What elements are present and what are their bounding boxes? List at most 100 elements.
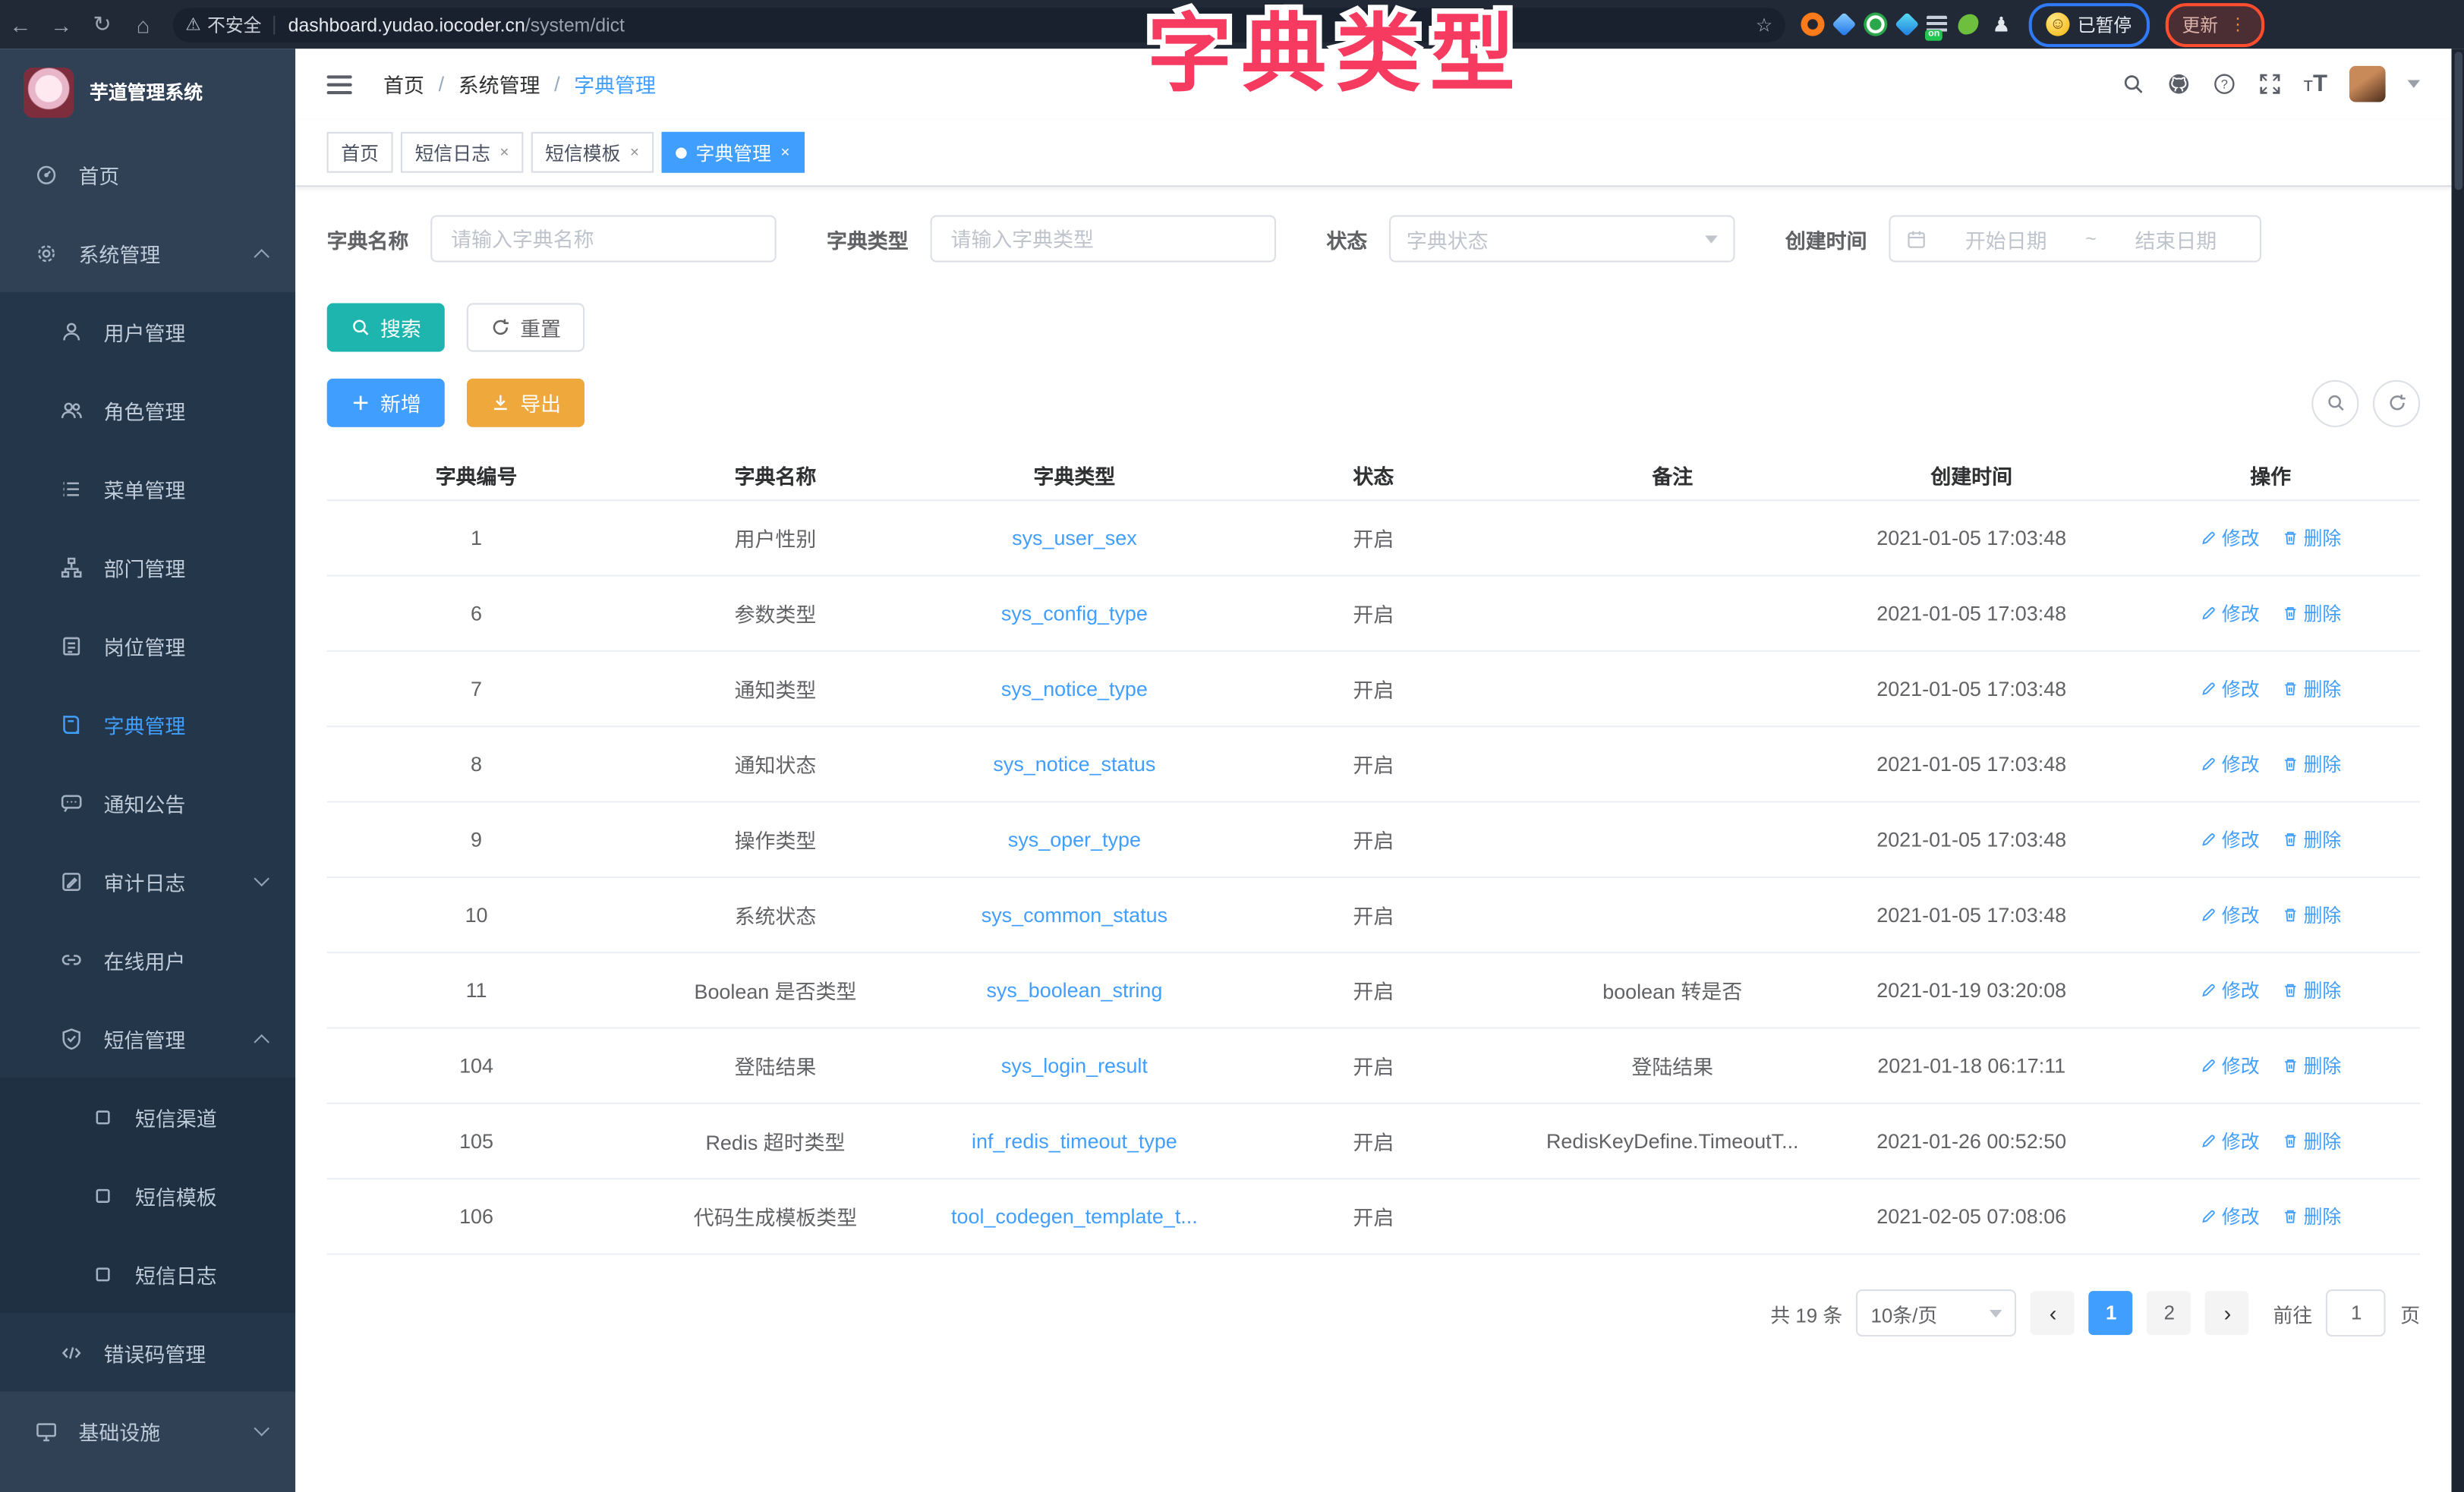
sidebar-item-audit-log[interactable]: 审计日志 bbox=[0, 842, 295, 920]
bookmark-star-icon[interactable]: ☆ bbox=[1756, 14, 1772, 36]
edit-button[interactable]: 修改 bbox=[2200, 751, 2260, 777]
search-button[interactable]: 搜索 bbox=[327, 303, 445, 351]
ext-list-icon[interactable]: on bbox=[1927, 16, 1947, 33]
sidebar-item-roles[interactable]: 角色管理 bbox=[0, 370, 295, 449]
edit-button[interactable]: 修改 bbox=[2200, 826, 2260, 853]
sidebar-item-posts[interactable]: 岗位管理 bbox=[0, 606, 295, 685]
export-button[interactable]: 导出 bbox=[467, 379, 584, 427]
delete-button[interactable]: 删除 bbox=[2282, 675, 2342, 702]
ext-gem-icon[interactable] bbox=[1832, 12, 1856, 36]
breadcrumb-system[interactable]: 系统管理 bbox=[458, 69, 540, 99]
dict-type-link[interactable]: sys_config_type bbox=[1001, 602, 1148, 625]
delete-button[interactable]: 删除 bbox=[2282, 751, 2342, 777]
page-1-button[interactable]: 1 bbox=[2089, 1291, 2133, 1335]
sidebar-item-dict[interactable]: 字典管理 bbox=[0, 685, 295, 763]
edit-button[interactable]: 修改 bbox=[2200, 524, 2260, 551]
table-refresh-button[interactable] bbox=[2373, 379, 2420, 427]
next-page-button[interactable]: › bbox=[2205, 1291, 2249, 1335]
edit-button[interactable]: 修改 bbox=[2200, 1053, 2260, 1079]
edit-button[interactable]: 修改 bbox=[2200, 902, 2260, 928]
dict-type-input[interactable] bbox=[931, 216, 1276, 263]
breadcrumb-home[interactable]: 首页 bbox=[383, 69, 424, 99]
prev-page-button[interactable]: ‹ bbox=[2031, 1291, 2075, 1335]
dict-type-link[interactable]: sys_boolean_string bbox=[986, 978, 1162, 1002]
edit-button[interactable]: 修改 bbox=[2200, 600, 2260, 627]
edit-button[interactable]: 修改 bbox=[2200, 977, 2260, 1003]
tab-home[interactable]: 首页 bbox=[327, 132, 393, 173]
address-bar[interactable]: ⚠ 不安全 dashboard.yudao.iocoder.cn/system/… bbox=[173, 7, 1785, 42]
tab-dict[interactable]: 字典管理× bbox=[661, 132, 804, 173]
add-button[interactable]: 新增 bbox=[327, 379, 445, 427]
dict-type-link[interactable]: sys_login_result bbox=[1001, 1054, 1148, 1078]
status-select[interactable]: 字典状态 bbox=[1389, 216, 1735, 263]
sidebar-item-system[interactable]: 系统管理 bbox=[0, 213, 295, 291]
sidebar-item-sms-channel[interactable]: 短信渠道 bbox=[0, 1078, 295, 1156]
sidebar-item-sms-template[interactable]: 短信模板 bbox=[0, 1156, 295, 1234]
user-avatar[interactable] bbox=[2349, 66, 2386, 102]
edit-button[interactable]: 修改 bbox=[2200, 1203, 2260, 1229]
ext-person-icon[interactable]: ♟ bbox=[1990, 13, 2013, 36]
dict-type-link[interactable]: inf_redis_timeout_type bbox=[972, 1129, 1177, 1153]
date-range-picker[interactable]: 开始日期 ~ 结束日期 bbox=[1889, 216, 2262, 263]
sidebar-item-error-code[interactable]: 错误码管理 bbox=[0, 1313, 295, 1391]
sidebar-item-sms-log[interactable]: 短信日志 bbox=[0, 1235, 295, 1313]
dict-type-link[interactable]: sys_oper_type bbox=[1008, 828, 1141, 851]
delete-button[interactable]: 删除 bbox=[2282, 1128, 2342, 1154]
ext-green-icon[interactable] bbox=[1864, 13, 1887, 36]
caret-down-icon[interactable] bbox=[2408, 80, 2421, 88]
forward-icon[interactable]: → bbox=[41, 12, 82, 37]
tab-sms-log[interactable]: 短信日志× bbox=[401, 132, 523, 173]
hamburger-icon[interactable] bbox=[327, 74, 352, 93]
help-icon[interactable]: ? bbox=[2213, 72, 2236, 96]
delete-button[interactable]: 删除 bbox=[2282, 524, 2342, 551]
app-logo[interactable]: 芋道管理系统 bbox=[0, 49, 295, 135]
reload-icon[interactable]: ↻ bbox=[82, 11, 123, 37]
scrollbar-thumb[interactable] bbox=[2454, 52, 2462, 190]
delete-button[interactable]: 删除 bbox=[2282, 1053, 2342, 1079]
github-icon[interactable] bbox=[2167, 72, 2191, 96]
sidebar-item-sms[interactable]: 短信管理 bbox=[0, 999, 295, 1077]
dict-type-link[interactable]: sys_notice_type bbox=[1001, 677, 1148, 700]
delete-button[interactable]: 删除 bbox=[2282, 977, 2342, 1003]
dict-type-link[interactable]: sys_common_status bbox=[982, 903, 1167, 927]
fullscreen-icon[interactable] bbox=[2258, 72, 2282, 96]
dict-type-link[interactable]: sys_notice_status bbox=[993, 752, 1155, 776]
goto-page-input[interactable]: 1 bbox=[2327, 1289, 2387, 1336]
dict-type-link[interactable]: sys_user_sex bbox=[1012, 526, 1137, 549]
browser-update-button[interactable]: 更新 ⋮ bbox=[2165, 2, 2264, 46]
sidebar-item-home[interactable]: 首页 bbox=[0, 135, 295, 213]
browser-scrollbar[interactable] bbox=[2452, 49, 2464, 1492]
tab-sms-template[interactable]: 短信模板× bbox=[531, 132, 653, 173]
reset-button[interactable]: 重置 bbox=[467, 303, 584, 351]
table-search-button[interactable] bbox=[2311, 379, 2358, 427]
browser-profile-chip[interactable]: ☺ 已暂停 bbox=[2029, 2, 2149, 46]
delete-button[interactable]: 删除 bbox=[2282, 826, 2342, 853]
edit-button[interactable]: 修改 bbox=[2200, 675, 2260, 702]
close-icon[interactable]: × bbox=[630, 143, 639, 161]
back-icon[interactable]: ← bbox=[0, 12, 41, 37]
delete-button[interactable]: 删除 bbox=[2282, 1203, 2342, 1229]
close-icon[interactable]: × bbox=[499, 143, 509, 161]
menu-dots-icon[interactable]: ⋮ bbox=[2229, 14, 2247, 35]
page-size-select[interactable]: 10条/页 bbox=[1857, 1289, 2017, 1336]
ext-orange-icon[interactable] bbox=[1801, 13, 1824, 36]
page-2-button[interactable]: 2 bbox=[2147, 1291, 2191, 1335]
ext-diamond-icon[interactable] bbox=[1895, 12, 1919, 36]
search-icon[interactable] bbox=[2121, 72, 2144, 96]
font-size-icon[interactable]: ᴛT bbox=[2304, 71, 2327, 97]
svg-text:?: ? bbox=[2220, 78, 2227, 92]
dict-name-input[interactable] bbox=[430, 216, 776, 263]
close-icon[interactable]: × bbox=[780, 143, 789, 161]
sidebar-item-online-users[interactable]: 在线用户 bbox=[0, 921, 295, 999]
sidebar-item-departments[interactable]: 部门管理 bbox=[0, 527, 295, 606]
delete-button[interactable]: 删除 bbox=[2282, 902, 2342, 928]
dict-type-link[interactable]: tool_codegen_template_t... bbox=[951, 1204, 1198, 1228]
edit-button[interactable]: 修改 bbox=[2200, 1128, 2260, 1154]
delete-button[interactable]: 删除 bbox=[2282, 600, 2342, 627]
ext-leaf-icon[interactable] bbox=[1958, 14, 1978, 35]
sidebar-item-notice[interactable]: 通知公告 bbox=[0, 763, 295, 842]
sidebar-item-users[interactable]: 用户管理 bbox=[0, 292, 295, 370]
home-icon[interactable]: ⌂ bbox=[122, 12, 163, 37]
sidebar-item-infrastructure[interactable]: 基础设施 bbox=[0, 1392, 295, 1470]
sidebar-item-menus[interactable]: 菜单管理 bbox=[0, 449, 295, 527]
